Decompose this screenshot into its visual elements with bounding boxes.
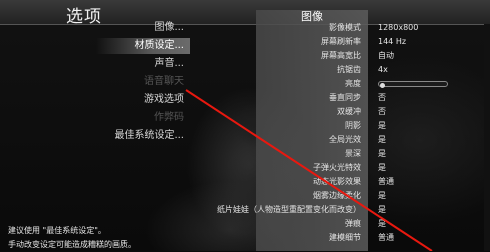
annotation-arrow-line — [185, 89, 433, 251]
annotation-arrow — [185, 89, 433, 251]
